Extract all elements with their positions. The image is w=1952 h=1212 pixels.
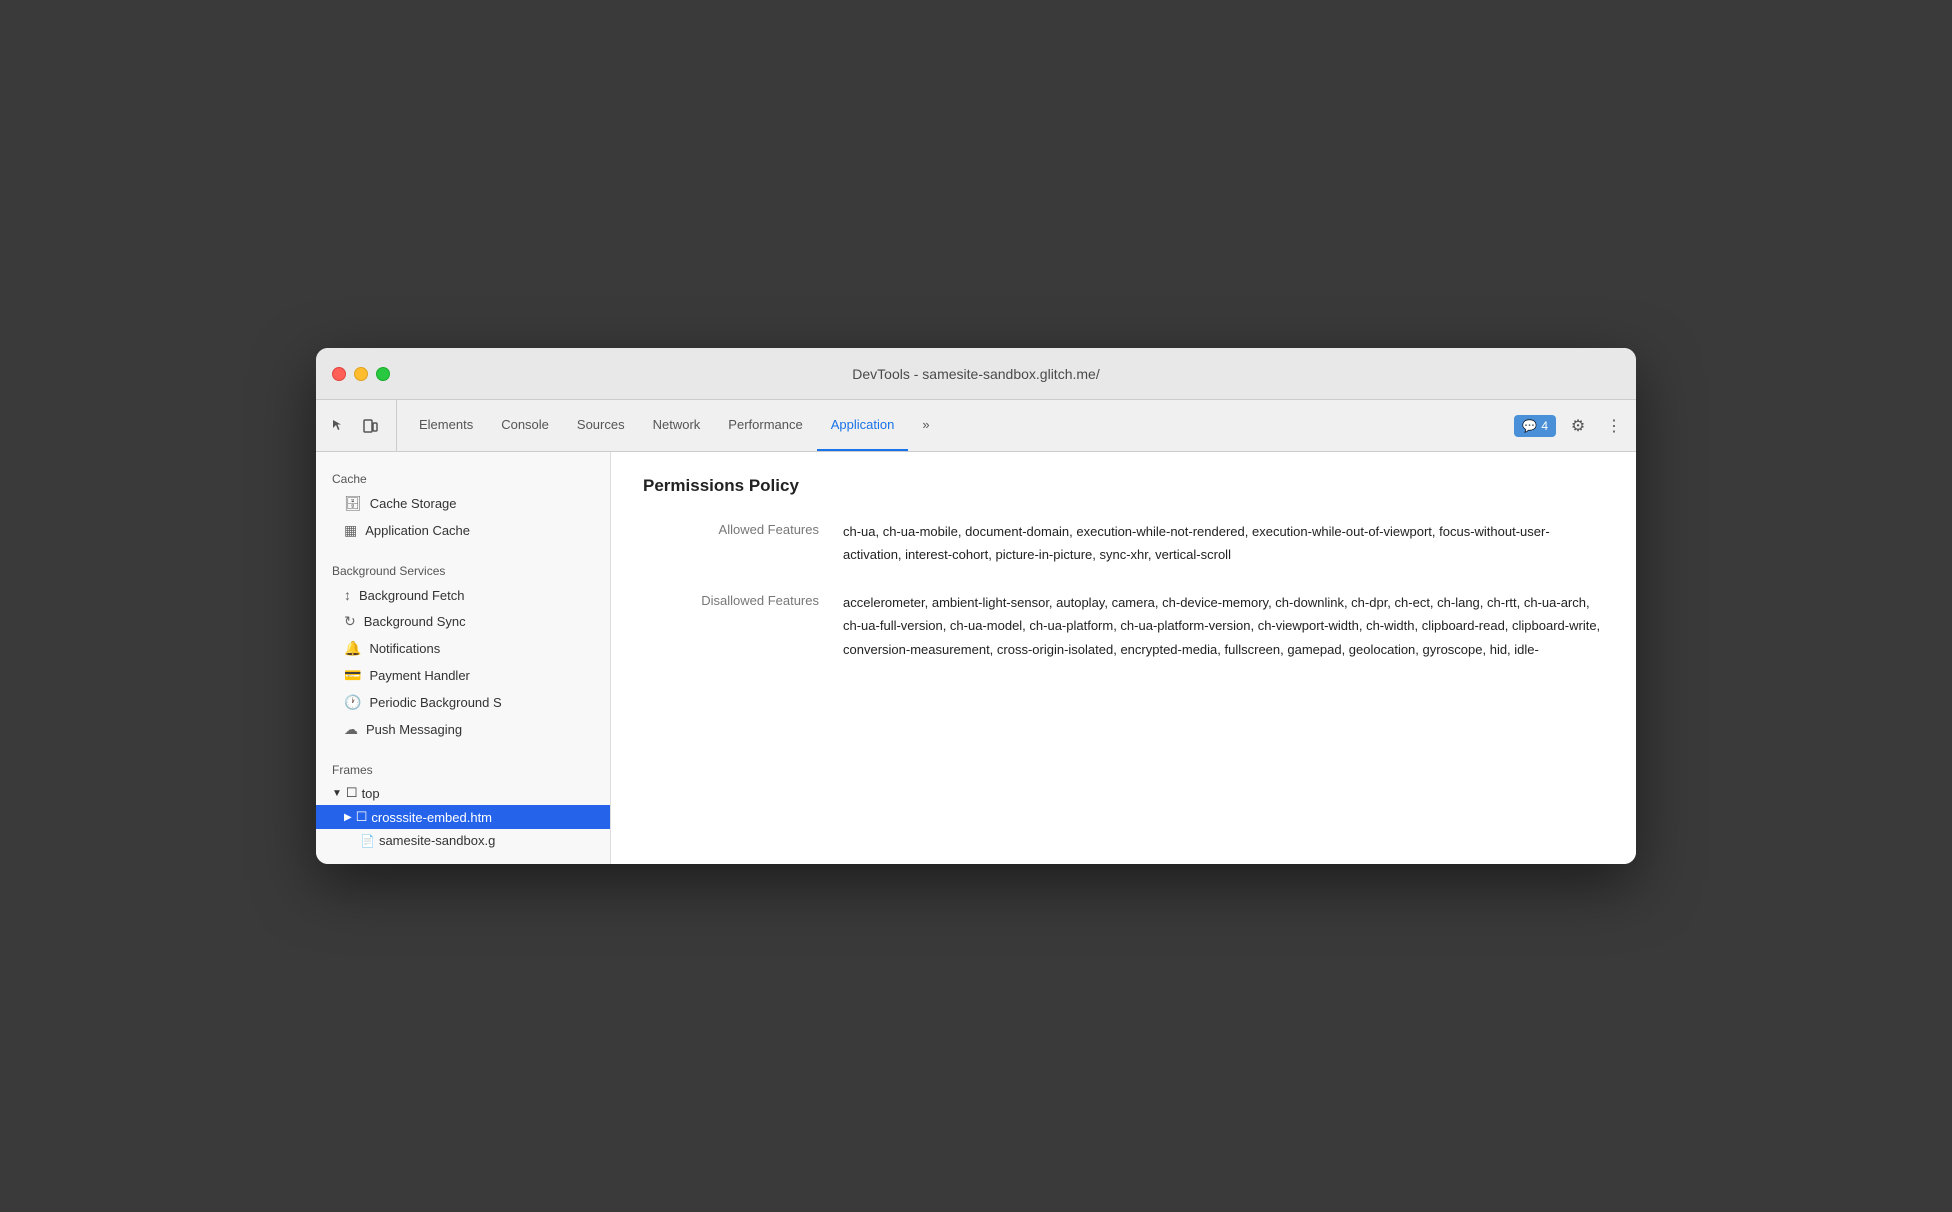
disallowed-features-row: Disallowed Features accelerometer, ambie… <box>643 591 1604 661</box>
tab-elements[interactable]: Elements <box>405 400 487 451</box>
background-fetch-icon: ↕ <box>344 587 351 603</box>
settings-button[interactable]: ⚙ <box>1564 412 1592 440</box>
sidebar-notifications[interactable]: 🔔 Notifications <box>316 635 610 662</box>
maximize-button[interactable] <box>376 367 390 381</box>
push-messaging-icon: ☁ <box>344 721 358 738</box>
content-area: Permissions Policy Allowed Features ch-u… <box>611 452 1636 864</box>
disallowed-features-label: Disallowed Features <box>643 591 843 608</box>
allowed-features-row: Allowed Features ch-ua, ch-ua-mobile, do… <box>643 520 1604 567</box>
tab-application[interactable]: Application <box>817 400 909 451</box>
payment-handler-icon: 💳 <box>344 667 361 684</box>
tab-bar: Elements Console Sources Network Perform… <box>316 400 1636 452</box>
top-frame-icon: ☐ <box>346 785 358 801</box>
sidebar-payment-handler[interactable]: 💳 Payment Handler <box>316 662 610 689</box>
feedback-badge[interactable]: 💬 4 <box>1514 415 1556 437</box>
allowed-features-value: ch-ua, ch-ua-mobile, document-domain, ex… <box>843 520 1604 567</box>
frames-section-label: Frames <box>316 755 610 781</box>
toolbar-right: 💬 4 ⚙ ⋮ <box>1514 400 1628 451</box>
periodic-background-icon: 🕐 <box>344 694 361 711</box>
sidebar-periodic-background[interactable]: 🕐 Periodic Background S <box>316 689 610 716</box>
chevron-right-icon: ▶ <box>344 812 352 823</box>
title-bar: DevTools - samesite-sandbox.glitch.me/ <box>316 348 1636 400</box>
minimize-button[interactable] <box>354 367 368 381</box>
frame-samesite[interactable]: 📄 samesite-sandbox.g <box>316 829 610 852</box>
sidebar-background-sync[interactable]: ↻ Background Sync <box>316 608 610 635</box>
sidebar-background-fetch[interactable]: ↕ Background Fetch <box>316 582 610 608</box>
device-icon[interactable] <box>356 412 384 440</box>
notifications-icon: 🔔 <box>344 640 361 657</box>
application-cache-icon: ▦ <box>344 522 357 539</box>
tab-console[interactable]: Console <box>487 400 563 451</box>
sidebar: Cache 🗄 Cache Storage ▦ Application Cach… <box>316 452 611 864</box>
frame-crosssite[interactable]: ▶ ☐ crosssite-embed.htm <box>316 805 610 829</box>
close-button[interactable] <box>332 367 346 381</box>
toolbar-icons <box>324 400 397 451</box>
frame-top[interactable]: ▼ ☐ top <box>316 781 610 805</box>
background-services-section-label: Background Services <box>316 556 610 582</box>
main-area: Cache 🗄 Cache Storage ▦ Application Cach… <box>316 452 1636 864</box>
inspect-icon[interactable] <box>324 412 352 440</box>
tab-sources[interactable]: Sources <box>563 400 639 451</box>
sidebar-cache-storage[interactable]: 🗄 Cache Storage <box>316 490 610 517</box>
tab-network[interactable]: Network <box>639 400 715 451</box>
allowed-features-label: Allowed Features <box>643 520 843 537</box>
more-options-button[interactable]: ⋮ <box>1600 412 1628 440</box>
cache-section-label: Cache <box>316 464 610 490</box>
sidebar-application-cache[interactable]: ▦ Application Cache <box>316 517 610 544</box>
page-title: Permissions Policy <box>643 476 1604 496</box>
cache-storage-icon: 🗄 <box>344 495 362 512</box>
background-sync-icon: ↻ <box>344 613 356 630</box>
crosssite-frame-icon: ☐ <box>356 809 368 825</box>
samesite-file-icon: 📄 <box>360 834 375 848</box>
tab-more[interactable]: » <box>908 400 943 451</box>
disallowed-features-value: accelerometer, ambient-light-sensor, aut… <box>843 591 1604 661</box>
traffic-lights <box>332 367 390 381</box>
window-title: DevTools - samesite-sandbox.glitch.me/ <box>852 366 1099 382</box>
devtools-window: DevTools - samesite-sandbox.glitch.me/ E… <box>316 348 1636 864</box>
policy-table: Allowed Features ch-ua, ch-ua-mobile, do… <box>643 520 1604 661</box>
chat-icon: 💬 <box>1522 419 1537 433</box>
chevron-down-icon: ▼ <box>332 788 342 799</box>
tab-performance[interactable]: Performance <box>714 400 816 451</box>
sidebar-push-messaging[interactable]: ☁ Push Messaging <box>316 716 610 743</box>
